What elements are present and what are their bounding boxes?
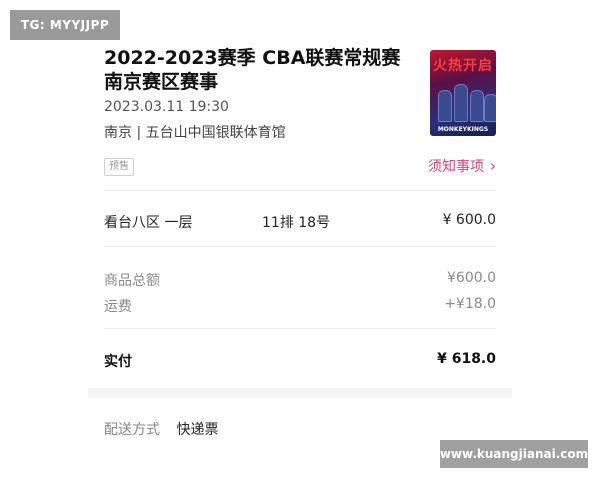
event-datetime: 2023.03.11 19:30: [104, 99, 229, 115]
delivery-value: 快递票: [176, 422, 219, 438]
paid-value: ¥ 618.0: [437, 351, 496, 367]
watermark-site: www.kuangjianai.com: [440, 440, 588, 468]
goods-total-label: 商品总额: [104, 273, 160, 289]
section-separator: [88, 388, 512, 398]
event-venue: 南京 | 五台山中国银联体育馆: [104, 125, 286, 141]
notice-label: 须知事项: [428, 159, 484, 175]
poster-player-figure: [470, 90, 484, 122]
paid-label: 实付: [104, 354, 132, 370]
delivery-row: 配送方式 快递票: [104, 419, 218, 439]
delivery-label: 配送方式: [104, 422, 160, 438]
poster-player-figure: [484, 94, 496, 122]
poster-player-figure: [454, 84, 468, 122]
notice-link[interactable]: 须知事项 ›: [428, 156, 496, 176]
event-poster[interactable]: 火热开启 MONKEYKINGS: [430, 50, 496, 136]
chevron-right-icon: ›: [490, 157, 496, 175]
ticket-seat: 11排 18号: [262, 215, 331, 231]
poster-logo: MONKEYKINGS: [437, 126, 489, 133]
goods-total-value: ¥600.0: [447, 270, 496, 286]
shipping-value: +¥18.0: [444, 296, 496, 312]
divider: [104, 328, 496, 329]
shipping-label: 运费: [104, 299, 132, 315]
ticket-area: 看台八区 一层: [104, 215, 193, 231]
poster-title: 火热开启: [433, 58, 493, 74]
order-card: 2022-2023赛季 CBA联赛常规赛南京赛区赛事 2023.03.11 19…: [88, 0, 512, 480]
poster-player-figure: [438, 90, 452, 122]
ticket-price: ¥ 600.0: [442, 212, 496, 228]
event-title: 2022-2023赛季 CBA联赛常规赛南京赛区赛事: [104, 47, 401, 93]
presale-badge: 预售: [104, 158, 134, 176]
divider: [104, 190, 496, 191]
divider: [104, 246, 496, 247]
